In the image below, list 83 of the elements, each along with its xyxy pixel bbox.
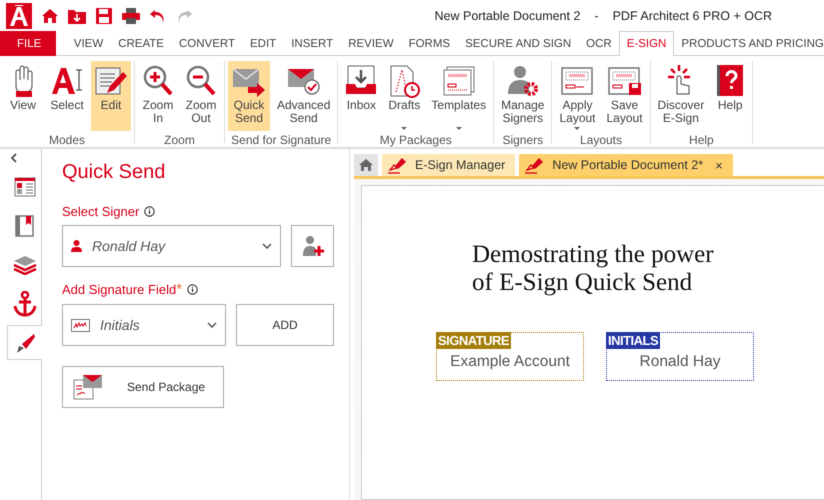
home-tab[interactable] <box>354 154 378 176</box>
app-logo-icon <box>6 2 32 28</box>
save-icon[interactable] <box>95 6 113 24</box>
envelope-document-icon <box>73 374 103 400</box>
ribbon-button[interactable]: Zoom In <box>138 61 178 131</box>
ribbon-group-label: Help <box>688 132 715 147</box>
send-package-button[interactable]: Send Package <box>62 366 224 408</box>
menu-tab[interactable]: REVIEW <box>340 31 402 56</box>
home-icon[interactable] <box>41 6 59 24</box>
ribbon-button[interactable]: Select <box>46 61 88 131</box>
document-heading: Demostrating the power of E-Sign Quick Send <box>472 241 715 297</box>
ribbon-button[interactable]: Templates <box>427 61 490 131</box>
menu-tab[interactable]: CREATE <box>110 31 172 56</box>
pen-icon <box>524 156 544 174</box>
add-signer-button[interactable] <box>291 225 334 267</box>
ribbon-button[interactable]: Manage Signers <box>497 61 548 131</box>
signature-field[interactable]: SIGNATURE Example Account <box>436 332 584 381</box>
ribbon-button[interactable]: Advanced Send <box>273 61 334 131</box>
pen-icon[interactable] <box>7 325 42 360</box>
title-separator: - <box>594 8 599 22</box>
help-icon <box>715 64 746 98</box>
required-mark: * <box>176 281 182 298</box>
zoom-in-icon <box>142 64 174 98</box>
layout-save-icon <box>608 66 642 96</box>
field-label: Select Signer <box>62 204 140 219</box>
ribbon-button[interactable]: Discover E-Sign <box>654 61 708 131</box>
chevron-icon <box>207 322 217 328</box>
menu-tab[interactable]: FORMS <box>401 31 458 56</box>
template-icon <box>442 64 476 98</box>
field-tag: INITIALS <box>606 332 660 349</box>
app-name: PDF Architect 6 PRO + OCR <box>612 8 772 22</box>
add-button[interactable]: ADD <box>236 304 334 346</box>
chevron-icon <box>262 243 272 249</box>
document-tab[interactable]: E-Sign Manager <box>382 154 516 176</box>
ribbon-group-label: Send for Signature <box>230 132 332 147</box>
info-icon[interactable] <box>187 284 198 295</box>
ribbon-button[interactable]: View <box>3 61 43 131</box>
ribbon-group-label: Zoom <box>163 132 196 147</box>
person-gear-icon <box>506 64 540 98</box>
ribbon-button[interactable]: Edit <box>91 61 131 131</box>
person-icon <box>71 240 82 252</box>
menu-tab[interactable]: INSERT <box>284 31 341 56</box>
menu-tab[interactable]: SECURE AND SIGN <box>458 31 579 56</box>
ribbon-group-label: Layouts <box>578 132 624 147</box>
zoom-out-icon <box>185 64 217 98</box>
ribbon-button[interactable]: Quick Send <box>228 61 270 131</box>
add-person-icon <box>302 235 324 257</box>
signer-name: Ronald Hay <box>640 353 720 371</box>
menu-tab[interactable]: VIEW <box>66 31 111 56</box>
signer-dropdown[interactable]: Ronald Hay <box>62 225 281 267</box>
ribbon-group-label: My Packages <box>378 132 453 147</box>
pen-icon <box>387 156 407 174</box>
field-label: Add Signature Field <box>62 282 176 297</box>
tab-label: New Portable Document 2* <box>552 158 704 172</box>
ribbon-button[interactable]: Drafts <box>384 61 424 131</box>
field-type-dropdown[interactable]: Initials <box>62 304 226 346</box>
menu-tab[interactable]: EDIT <box>242 31 284 56</box>
field-tag: SIGNATURE <box>436 332 512 349</box>
signature-field[interactable]: INITIALS Ronald Hay <box>606 332 754 381</box>
draft-clock-icon <box>388 64 420 98</box>
ribbon-button[interactable]: Inbox <box>341 61 382 131</box>
menu-tab[interactable]: E-SIGN <box>619 31 674 56</box>
menu-tab[interactable]: OCR <box>578 31 620 56</box>
tab-label: E-Sign Manager <box>415 158 506 172</box>
ribbon-button[interactable]: Apply Layout <box>555 61 600 131</box>
document-tab[interactable]: New Portable Document 2* × <box>519 154 733 176</box>
close-button[interactable]: × <box>715 158 723 172</box>
ribbon-button[interactable]: Save Layout <box>602 61 647 131</box>
window-title: New Portable Document 2 <box>434 8 580 22</box>
signer-name: Example Account <box>450 353 570 371</box>
home-icon <box>358 157 374 173</box>
info-icon[interactable] <box>144 206 156 217</box>
layout-icon <box>561 66 594 96</box>
print-icon[interactable] <box>121 6 141 24</box>
file-menu[interactable]: FILE <box>0 31 56 56</box>
menu-tab[interactable]: CONVERT <box>171 31 243 56</box>
ribbon-button[interactable]: Help <box>711 61 750 131</box>
panel-title: Quick Send <box>62 161 166 184</box>
initials-icon <box>71 318 90 332</box>
menu-tab[interactable]: PRODUCTS AND PRICING <box>674 31 824 56</box>
ribbon-group-label: Signers <box>501 132 544 147</box>
ribbon-button[interactable]: Zoom Out <box>181 61 221 131</box>
ribbon-group-label: Modes <box>48 132 86 147</box>
